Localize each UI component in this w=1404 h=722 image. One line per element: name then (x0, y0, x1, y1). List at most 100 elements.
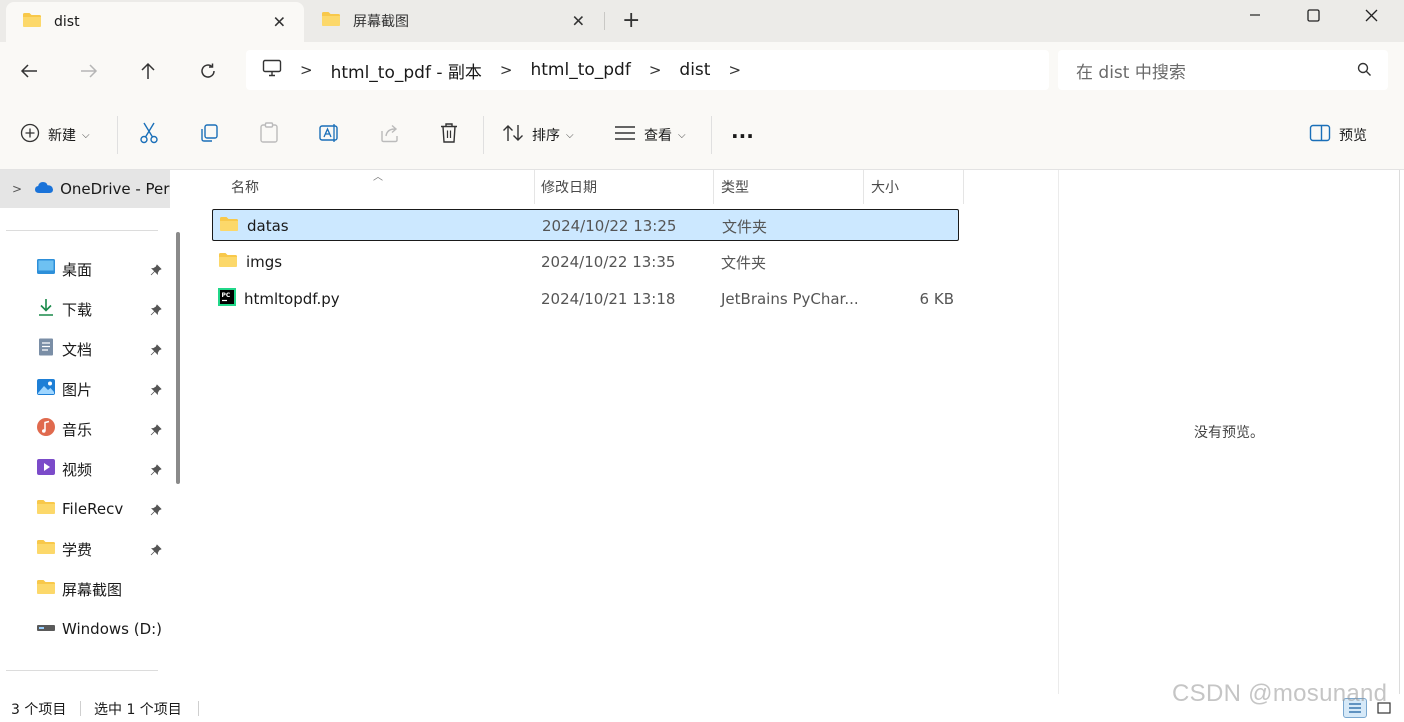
pin-icon[interactable] (150, 542, 162, 560)
sidebar-item-filerecv[interactable]: FileRecv (0, 489, 170, 529)
back-icon[interactable] (15, 57, 43, 85)
tab-bar: dist ✕ 屏幕截图 ✕ + (0, 0, 1404, 42)
sidebar-item-label: 下载 (62, 300, 93, 319)
rename-button[interactable] (319, 120, 341, 150)
folder-icon (36, 579, 56, 599)
chevron-right-icon[interactable]: > (12, 182, 22, 196)
folder-icon (22, 12, 42, 32)
share-button[interactable] (379, 120, 401, 150)
pin-icon[interactable] (150, 502, 162, 520)
pycharm-file-icon: PC (218, 288, 236, 310)
sidebar-item-screenshots[interactable]: 屏幕截图 (0, 569, 170, 609)
new-button[interactable]: 新建 ⌵ (20, 120, 90, 150)
share-icon (379, 123, 401, 147)
navigation-pane: > OneDrive - Per 桌面 下载 文档 图片 音乐 视频 FileR… (0, 170, 170, 694)
chevron-right-icon[interactable]: > (649, 61, 662, 79)
copy-icon (199, 123, 219, 147)
chevron-down-icon: ⌵ (82, 129, 90, 141)
music-icon (36, 417, 56, 441)
sidebar-item-label: 音乐 (62, 420, 93, 439)
file-row-imgs[interactable]: imgs 2024/10/22 13:35 文件夹 (212, 246, 959, 278)
file-name: imgs (246, 253, 283, 271)
pin-icon[interactable] (150, 262, 162, 280)
view-button[interactable]: 查看 ⌵ (614, 120, 686, 150)
search-icon[interactable] (1357, 62, 1372, 82)
plus-circle-icon (20, 123, 40, 147)
delete-button[interactable] (439, 120, 459, 150)
more-options-icon[interactable]: ... (731, 116, 754, 146)
breadcrumb-item[interactable]: html_to_pdf - 副本 (331, 58, 482, 83)
toolbar-divider (117, 116, 118, 154)
chevron-right-icon[interactable]: > (728, 61, 741, 79)
refresh-icon[interactable] (194, 57, 222, 85)
chevron-down-icon: ⌵ (566, 129, 574, 141)
video-icon (36, 458, 56, 480)
pin-icon[interactable] (150, 462, 162, 480)
file-name-cell: imgs (218, 246, 282, 278)
preview-pane-icon (1309, 124, 1331, 146)
address-bar[interactable]: > html_to_pdf - 副本 > html_to_pdf > dist … (246, 50, 1049, 90)
sidebar-item-onedrive[interactable]: > OneDrive - Per (0, 170, 170, 208)
file-name: datas (247, 217, 289, 235)
copy-button[interactable] (199, 120, 219, 150)
forward-icon[interactable] (75, 57, 103, 85)
column-header-date[interactable]: 修改日期 (533, 170, 714, 204)
file-row-datas[interactable]: datas 2024/10/22 13:25 文件夹 (212, 209, 959, 241)
search-placeholder: 在 dist 中搜索 (1076, 62, 1186, 83)
file-date: 2024/10/22 13:25 (542, 217, 677, 235)
close-window-icon[interactable] (1342, 0, 1400, 30)
tab-dist[interactable]: dist ✕ (6, 2, 304, 42)
up-icon[interactable] (134, 57, 162, 85)
pin-icon[interactable] (150, 302, 162, 320)
folder-icon (321, 11, 341, 31)
document-icon (36, 338, 56, 360)
chevron-right-icon[interactable]: > (500, 61, 513, 79)
pin-icon[interactable] (150, 382, 162, 400)
breadcrumb-item[interactable]: html_to_pdf (530, 60, 630, 80)
rename-icon (319, 123, 341, 147)
sort-button[interactable]: 排序 ⌵ (502, 120, 574, 150)
selected-count: 选中 1 个项目 (94, 702, 182, 718)
new-tab-icon[interactable]: + (622, 8, 640, 33)
sidebar-item-music[interactable]: 音乐 (0, 409, 170, 449)
column-header-size[interactable]: 大小 (863, 170, 964, 204)
watermark: CSDN @mosunand (1172, 680, 1388, 707)
minimize-icon[interactable] (1226, 0, 1284, 30)
new-label: 新建 (48, 128, 76, 144)
file-name: htmltopdf.py (244, 290, 340, 308)
file-size (902, 246, 954, 278)
toolbar-divider (711, 116, 712, 154)
preview-label: 预览 (1339, 128, 1367, 144)
maximize-icon[interactable] (1284, 0, 1342, 30)
breadcrumb-item[interactable]: dist (679, 60, 710, 80)
sidebar-item-videos[interactable]: 视频 (0, 449, 170, 489)
file-row-htmltopdf[interactable]: PC htmltopdf.py 2024/10/21 13:18 JetBrai… (212, 283, 959, 315)
desktop-icon (36, 258, 56, 280)
cut-button[interactable] (139, 120, 159, 150)
sidebar-item-pictures[interactable]: 图片 (0, 369, 170, 409)
column-header-type[interactable]: 类型 (713, 170, 864, 204)
close-tab-icon[interactable]: ✕ (572, 12, 585, 31)
tab-screenshots[interactable]: 屏幕截图 ✕ (305, 0, 603, 42)
sidebar-item-drive-d[interactable]: Windows (D:) (0, 609, 170, 649)
chevron-right-icon[interactable]: > (300, 61, 313, 79)
status-divider (80, 701, 81, 716)
preview-pane-button[interactable]: 预览 (1309, 120, 1367, 150)
sidebar-item-downloads[interactable]: 下载 (0, 289, 170, 329)
pin-icon[interactable] (150, 422, 162, 440)
sidebar-scrollbar[interactable] (176, 232, 180, 484)
sidebar-item-label: 视频 (62, 460, 93, 479)
close-tab-icon[interactable]: ✕ (273, 13, 286, 32)
view-lines-icon (614, 125, 636, 145)
this-pc-icon[interactable] (262, 59, 282, 82)
clipboard-icon (259, 122, 279, 148)
sidebar-item-desktop[interactable]: 桌面 (0, 249, 170, 289)
paste-button[interactable] (259, 120, 279, 150)
sidebar-divider (6, 230, 158, 231)
folder-icon (36, 499, 56, 519)
sidebar-item-tuition[interactable]: 学费 (0, 529, 170, 569)
search-input[interactable]: 在 dist 中搜索 (1058, 50, 1388, 90)
column-header-name[interactable]: 名称 (223, 170, 535, 204)
sidebar-item-documents[interactable]: 文档 (0, 329, 170, 369)
pin-icon[interactable] (150, 342, 162, 360)
